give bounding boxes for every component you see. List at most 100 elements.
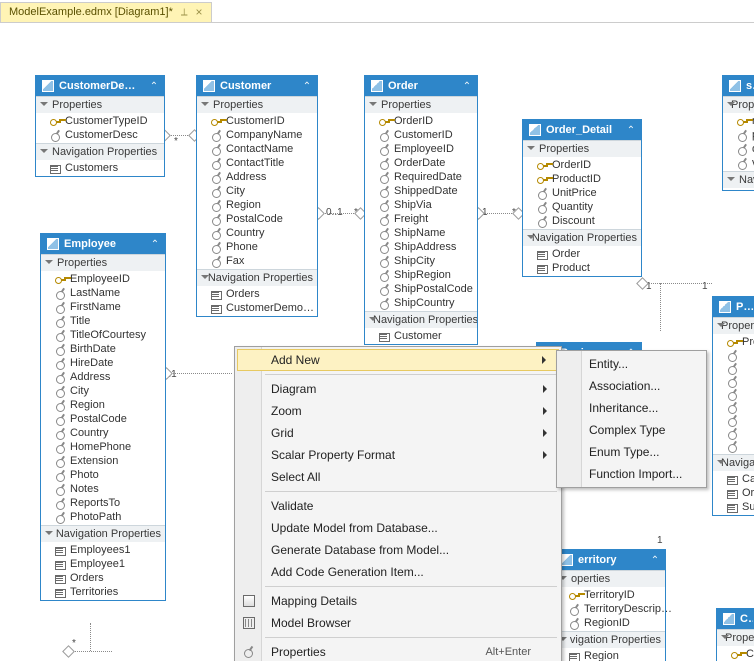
- navigation-item[interactable]: Order_D: [713, 486, 754, 500]
- navigation-item[interactable]: Supplie: [713, 500, 754, 514]
- property-item[interactable]: Country: [197, 226, 317, 240]
- property-item[interactable]: HireDate: [41, 356, 165, 370]
- properties-header[interactable]: Properties: [723, 97, 754, 113]
- entity-header[interactable]: Order⌃: [365, 76, 477, 96]
- properties-header[interactable]: Properties: [523, 141, 641, 157]
- entity-territory[interactable]: erritory⌃opertiesTerritoryIDTerritoryDes…: [554, 549, 666, 661]
- property-item[interactable]: EmployeeID: [41, 272, 165, 286]
- property-item[interactable]: OrderID: [365, 114, 477, 128]
- property-item[interactable]: TitleOfCourtesy: [41, 328, 165, 342]
- navigation-header[interactable]: Navigation Properties: [36, 144, 164, 160]
- menu-item-update-model-from-database[interactable]: Update Model from Database...: [237, 517, 559, 539]
- property-item[interactable]: [713, 401, 754, 414]
- menu-item-diagram[interactable]: Diagram: [237, 378, 559, 400]
- property-item[interactable]: n: [723, 114, 754, 128]
- property-item[interactable]: CustomerID: [365, 128, 477, 142]
- properties-header[interactable]: Properties: [36, 97, 164, 113]
- entity-customer[interactable]: Customer⌃PropertiesCustomerIDCompanyName…: [196, 75, 318, 317]
- collapse-icon[interactable]: ⌃: [626, 125, 636, 136]
- navigation-item[interactable]: Customers: [36, 161, 164, 175]
- property-item[interactable]: d: [723, 142, 754, 156]
- property-item[interactable]: CustomerDesc: [36, 128, 164, 142]
- menu-item-mapping-details[interactable]: Mapping Details: [237, 590, 559, 612]
- navigation-header[interactable]: Navigation Properties: [365, 312, 477, 328]
- property-item[interactable]: ContactTitle: [197, 156, 317, 170]
- property-item[interactable]: RegionID: [555, 616, 665, 630]
- entity-header[interactable]: CustomerDem…⌃: [36, 76, 164, 96]
- entity-header[interactable]: Product⌃: [713, 297, 754, 317]
- entity-header[interactable]: erritory⌃: [555, 550, 665, 570]
- property-item[interactable]: ProductID: [523, 172, 641, 186]
- navigation-item[interactable]: Orders: [197, 287, 317, 301]
- property-item[interactable]: ContactName: [197, 142, 317, 156]
- property-item[interactable]: [713, 375, 754, 388]
- property-item[interactable]: CustomerTypeID: [36, 114, 164, 128]
- menu-item-zoom[interactable]: Zoom: [237, 400, 559, 422]
- collapse-icon[interactable]: ⌃: [462, 81, 472, 92]
- property-item[interactable]: TerritoryID: [555, 588, 665, 602]
- property-item[interactable]: UnitPrice: [523, 186, 641, 200]
- property-item[interactable]: Title: [41, 314, 165, 328]
- property-item[interactable]: Produc: [713, 335, 754, 349]
- document-tab[interactable]: ModelExample.edmx [Diagram1]* ⟂ ×: [0, 2, 212, 22]
- navigation-header[interactable]: Navigation: [713, 455, 754, 471]
- property-item[interactable]: FirstName: [41, 300, 165, 314]
- entity-category[interactable]: Category⌃PropertiesCategor: [716, 608, 754, 661]
- menu-item-add-code-generation-item[interactable]: Add Code Generation Item...: [237, 561, 559, 583]
- property-item[interactable]: OrderDate: [365, 156, 477, 170]
- entity-employee[interactable]: Employee⌃PropertiesEmployeeIDLastNameFir…: [40, 233, 166, 601]
- navigation-header[interactable]: Navigation Properties: [197, 270, 317, 286]
- collapse-icon[interactable]: ⌃: [650, 555, 660, 566]
- property-item[interactable]: EmployeeID: [365, 142, 477, 156]
- property-item[interactable]: ReportsTo: [41, 496, 165, 510]
- property-item[interactable]: OrderID: [523, 158, 641, 172]
- property-item[interactable]: ShipVia: [365, 198, 477, 212]
- property-item[interactable]: p: [723, 128, 754, 142]
- entity-header[interactable]: Customer⌃: [197, 76, 317, 96]
- menu-item-add-new[interactable]: Add New: [237, 349, 559, 371]
- menu-item-select-all[interactable]: Select All: [237, 466, 559, 488]
- navigation-header[interactable]: vigation Properties: [555, 632, 665, 648]
- entity-header[interactable]: Category⌃: [717, 609, 754, 629]
- navigation-item[interactable]: Catego: [713, 472, 754, 486]
- entity-header[interactable]: Order_Detail⌃: [523, 120, 641, 140]
- property-item[interactable]: ShippedDate: [365, 184, 477, 198]
- navigation-item[interactable]: Customer: [365, 329, 477, 343]
- property-item[interactable]: TerritoryDescrip…: [555, 602, 665, 616]
- collapse-icon[interactable]: ⌃: [150, 239, 160, 250]
- navigation-header[interactable]: Navi: [723, 172, 754, 188]
- diagram-canvas[interactable]: 0..1*1**110..1*1CustomerDem…⌃PropertiesC…: [0, 22, 754, 661]
- properties-header[interactable]: Properties: [197, 97, 317, 113]
- property-item[interactable]: CustomerID: [197, 114, 317, 128]
- navigation-item[interactable]: Order: [523, 247, 641, 261]
- navigation-item[interactable]: Employee1: [41, 557, 165, 571]
- navigation-item[interactable]: Region: [555, 649, 665, 661]
- menu-item-properties[interactable]: PropertiesAlt+Enter: [237, 641, 559, 661]
- menu-item-scalar-property-format[interactable]: Scalar Property Format: [237, 444, 559, 466]
- property-item[interactable]: Address: [197, 170, 317, 184]
- collapse-icon[interactable]: ⌃: [149, 81, 159, 92]
- property-item[interactable]: Country: [41, 426, 165, 440]
- property-item[interactable]: CompanyName: [197, 128, 317, 142]
- pin-icon[interactable]: ⟂: [181, 7, 188, 18]
- property-item[interactable]: [713, 388, 754, 401]
- property-item[interactable]: ShipAddress: [365, 240, 477, 254]
- entity-header[interactable]: Employee⌃: [41, 234, 165, 254]
- navigation-item[interactable]: Employees1: [41, 543, 165, 557]
- property-item[interactable]: Address: [41, 370, 165, 384]
- property-item[interactable]: PostalCode: [197, 212, 317, 226]
- property-item[interactable]: ShipCountry: [365, 296, 477, 310]
- property-item[interactable]: Freight: [365, 212, 477, 226]
- property-item[interactable]: ShipName: [365, 226, 477, 240]
- entity-order_detail[interactable]: Order_Detail⌃PropertiesOrderIDProductIDU…: [522, 119, 642, 277]
- menu-item-validate[interactable]: Validate: [237, 495, 559, 517]
- menu-item-model-browser[interactable]: Model Browser: [237, 612, 559, 634]
- menu-item-grid[interactable]: Grid: [237, 422, 559, 444]
- close-icon[interactable]: ×: [196, 5, 203, 19]
- navigation-item[interactable]: Territories: [41, 585, 165, 599]
- property-item[interactable]: PhotoPath: [41, 510, 165, 524]
- property-item[interactable]: ShipPostalCode: [365, 282, 477, 296]
- property-item[interactable]: [713, 362, 754, 375]
- property-item[interactable]: HomePhone: [41, 440, 165, 454]
- entity-order[interactable]: Order⌃PropertiesOrderIDCustomerIDEmploye…: [364, 75, 478, 345]
